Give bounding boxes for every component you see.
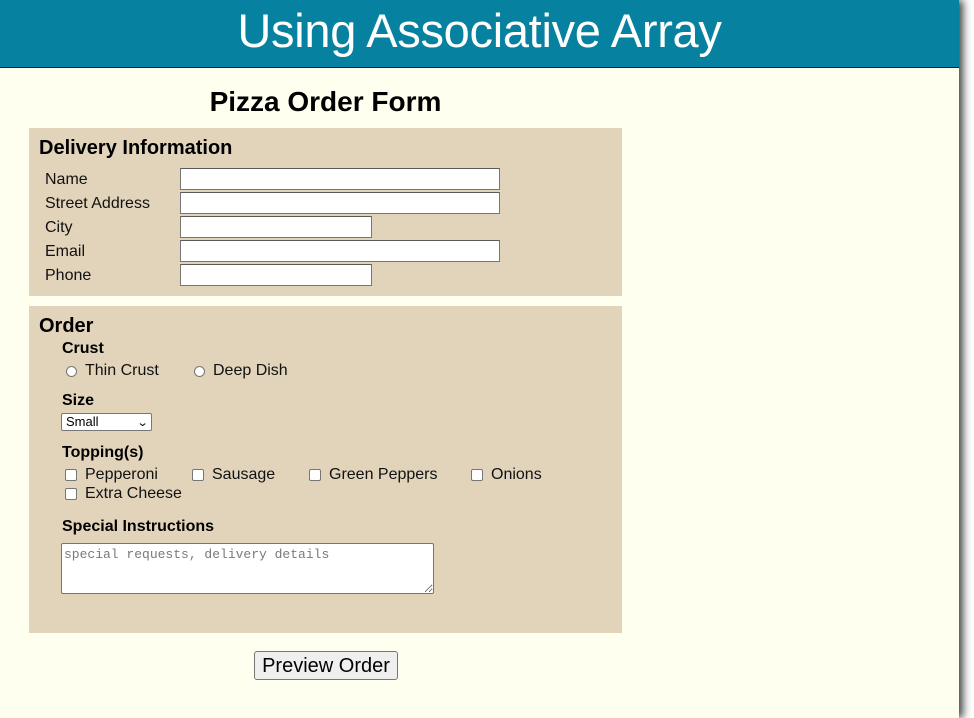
phone-label: Phone <box>45 267 92 284</box>
radio-button[interactable] <box>194 365 205 377</box>
checkbox[interactable] <box>309 469 321 481</box>
toppings-label: Topping(s) <box>62 444 144 461</box>
order-heading: Order <box>39 315 94 337</box>
name-input[interactable] <box>180 168 500 190</box>
delivery-heading: Delivery Information <box>39 137 233 159</box>
street-address-input[interactable] <box>180 192 500 214</box>
street-address-row: Street Address <box>45 192 605 216</box>
phone-row: Phone <box>45 264 605 288</box>
page: Using Associative Array Pizza Order Form… <box>0 0 959 718</box>
crust-option-thin[interactable]: Thin Crust <box>66 362 159 380</box>
name-row: Name <box>45 168 605 192</box>
checkbox[interactable] <box>65 469 77 481</box>
crust-label: Crust <box>62 340 104 357</box>
topping-green-peppers[interactable]: Green Peppers <box>309 466 438 484</box>
page-banner: Using Associative Array <box>0 0 959 68</box>
banner-title: Using Associative Array <box>237 4 722 57</box>
street-address-label: Street Address <box>45 195 150 212</box>
radio-button[interactable] <box>66 365 77 377</box>
topping-onions[interactable]: Onions <box>471 466 542 484</box>
special-instructions-textarea[interactable] <box>61 543 434 594</box>
size-label: Size <box>62 392 95 409</box>
crust-option-label: Deep Dish <box>213 362 288 379</box>
crust-option-label: Thin Crust <box>85 362 159 379</box>
city-row: City <box>45 216 605 240</box>
order-section: Order Crust Thin Crust Deep Dish Size Sm… <box>29 306 622 633</box>
email-row: Email <box>45 240 605 264</box>
checkbox[interactable] <box>471 469 483 481</box>
city-label: City <box>45 219 73 236</box>
topping-extra-cheese[interactable]: Extra Cheese <box>65 485 182 503</box>
checkbox[interactable] <box>65 488 77 500</box>
size-selected-value: Small <box>66 414 99 429</box>
delivery-section: Delivery Information Name Street Address… <box>29 128 622 296</box>
topping-sausage[interactable]: Sausage <box>192 466 275 484</box>
form-title: Pizza Order Form <box>209 86 442 117</box>
topping-label: Extra Cheese <box>85 485 182 502</box>
topping-pepperoni[interactable]: Pepperoni <box>65 466 158 484</box>
email-input[interactable] <box>180 240 500 262</box>
checkbox[interactable] <box>192 469 204 481</box>
city-input[interactable] <box>180 216 372 238</box>
topping-label: Onions <box>491 466 542 483</box>
chevron-down-icon: ⌄ <box>136 417 149 429</box>
topping-label: Pepperoni <box>85 466 158 483</box>
special-instructions-label: Special Instructions <box>62 518 215 535</box>
phone-input[interactable] <box>180 264 372 286</box>
email-label: Email <box>45 243 86 260</box>
topping-label: Sausage <box>212 466 276 483</box>
preview-order-button[interactable]: Preview Order <box>254 651 398 680</box>
name-label: Name <box>45 171 88 188</box>
crust-option-deep-dish[interactable]: Deep Dish <box>194 362 288 380</box>
topping-label: Green Peppers <box>329 466 438 483</box>
size-select[interactable]: Small ⌄ <box>61 413 152 431</box>
